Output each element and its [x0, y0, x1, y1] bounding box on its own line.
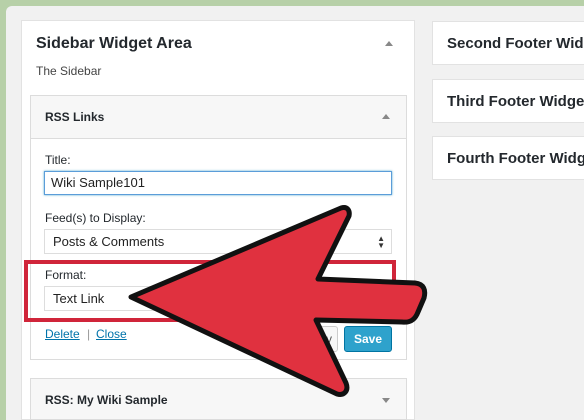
collapse-caret-icon[interactable]	[385, 41, 393, 46]
sidebar-area-description: The Sidebar	[36, 64, 102, 78]
widget-title: RSS: My Wiki Sample	[45, 393, 168, 407]
footer-area-title: Second Footer Widget Area	[447, 35, 584, 52]
widget-title: RSS Links	[45, 110, 105, 124]
title-input[interactable]: Wiki Sample101	[44, 171, 392, 195]
third-footer-area[interactable]: Third Footer Widget Area	[432, 79, 584, 123]
widget-header[interactable]: RSS Links	[31, 96, 406, 139]
format-highlight-box	[24, 260, 396, 322]
save-button[interactable]: Save	[344, 326, 392, 352]
feeds-select[interactable]: Posts & Comments ▲ ▼	[44, 229, 392, 254]
feeds-select-value: Posts & Comments	[53, 234, 165, 249]
fourth-footer-area[interactable]: Fourth Footer Widget Area	[432, 136, 584, 180]
select-arrows-icon: ▲ ▼	[377, 234, 385, 250]
secondary-button[interactable]: y	[300, 326, 338, 352]
link-separator: |	[87, 327, 91, 341]
footer-area-title: Fourth Footer Widget Area	[447, 150, 584, 167]
close-link[interactable]: Close	[96, 327, 127, 341]
rss-wiki-sample-widget[interactable]: RSS: My Wiki Sample	[30, 378, 407, 420]
delete-link[interactable]: Delete	[45, 327, 80, 341]
second-footer-area[interactable]: Second Footer Widget Area	[432, 21, 584, 65]
expand-caret-icon[interactable]	[382, 398, 390, 403]
footer-area-title: Third Footer Widget Area	[447, 93, 584, 110]
collapse-caret-icon[interactable]	[382, 114, 390, 119]
feeds-label: Feed(s) to Display:	[45, 211, 146, 225]
title-label: Title:	[45, 153, 71, 167]
sidebar-area-title[interactable]: Sidebar Widget Area	[36, 35, 192, 53]
